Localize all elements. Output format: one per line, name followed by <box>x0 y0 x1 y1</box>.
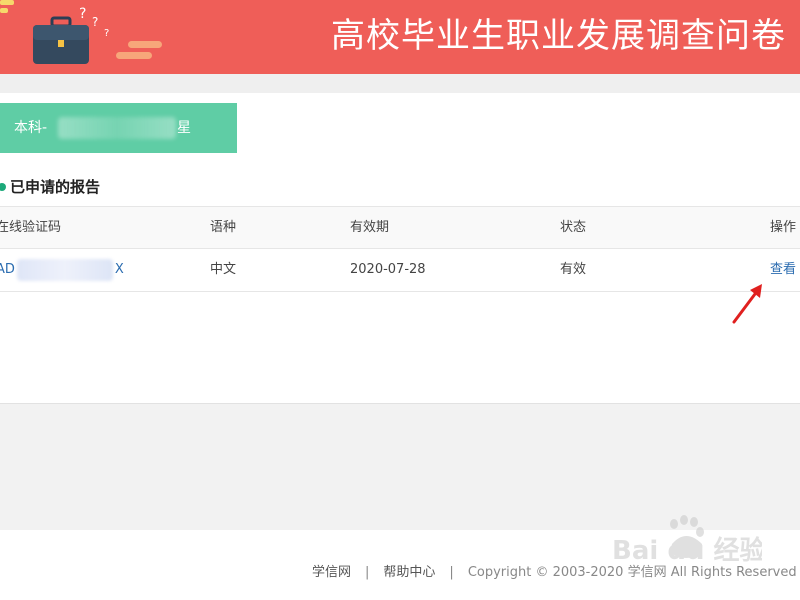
section-heading: 已申请的报告 <box>0 177 100 197</box>
bullet-dot-icon <box>0 183 6 191</box>
baidu-watermark-logo: Bai du 经验 <box>612 515 762 566</box>
verification-code-link[interactable]: AD X <box>0 249 124 290</box>
table-row: AD X 中文 2020-07-28 有效 查看 <box>0 249 800 292</box>
col-header-status: 状态 <box>560 220 587 235</box>
redacted-code <box>16 258 113 281</box>
footer-link-help[interactable]: 帮助中心 <box>383 565 435 580</box>
footer-link-chsi[interactable]: 学信网 <box>312 565 351 580</box>
footer-separator: | <box>449 565 454 580</box>
divider-strip <box>0 74 800 93</box>
expiry-cell: 2020-07-28 <box>350 262 426 277</box>
col-header-action: 操作 <box>770 220 797 235</box>
certificate-suffix: 星 <box>177 120 191 136</box>
footer-links: 学信网 | 帮助中心 | Copyright © 2003-2020 学信网 All R… <box>312 564 797 582</box>
svg-text:?: ? <box>104 28 109 39</box>
status-cell: 有效 <box>560 262 587 277</box>
page: ? ? ? 高校毕业生职业发展调查问卷 本科- 星 已申请的报告 在线验证码 语… <box>0 0 800 600</box>
survey-title: 高校毕业生职业发展调查问卷 <box>331 16 786 56</box>
col-header-language: 语种 <box>210 220 237 235</box>
col-header-expiry: 有效期 <box>350 220 390 235</box>
section-title-text: 已申请的报告 <box>10 178 101 196</box>
certificate-badge[interactable]: 本科- 星 <box>0 103 237 153</box>
language-cell: 中文 <box>210 262 237 277</box>
empty-area <box>0 404 800 530</box>
footer-separator: | <box>365 565 370 580</box>
col-header-code: 在线验证码 <box>0 220 62 235</box>
decoration-graphic: ? ? ? <box>0 0 162 59</box>
code-suffix: X <box>114 262 124 277</box>
watermark-text: Bai du 经验 <box>612 535 762 566</box>
report-card: 本科- 星 已申请的报告 在线验证码 语种 有效期 状态 操作 AD X 中文 2… <box>0 93 800 404</box>
redacted-name <box>58 117 176 139</box>
code-prefix: AD <box>0 262 15 277</box>
view-report-link[interactable]: 查看 <box>770 249 796 290</box>
table-header-row: 在线验证码 语种 有效期 状态 操作 <box>0 206 800 249</box>
svg-text:?: ? <box>92 15 98 29</box>
annotation-arrow-icon <box>732 284 762 324</box>
briefcase-icon <box>33 16 89 64</box>
copyright-text: Copyright © 2003-2020 学信网 All Rights Res… <box>467 565 797 580</box>
header-banner: ? ? ? 高校毕业生职业发展调查问卷 <box>0 0 800 74</box>
certificate-prefix: 本科- <box>14 120 48 136</box>
report-table: 在线验证码 语种 有效期 状态 操作 AD X 中文 2020-07-28 有效 … <box>0 206 800 292</box>
